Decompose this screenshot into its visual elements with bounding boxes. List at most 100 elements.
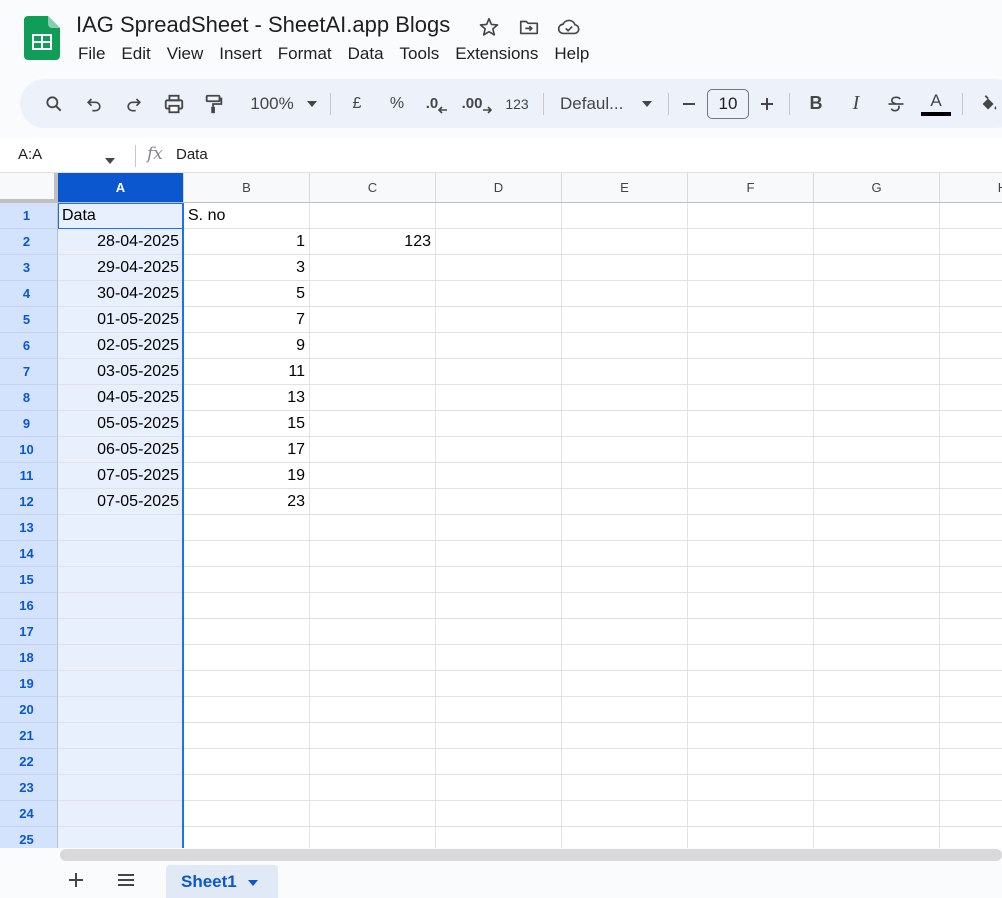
row-header-8[interactable]: 8	[0, 385, 58, 411]
cell-a7[interactable]: 03-05-2025	[58, 359, 183, 385]
row-header-20[interactable]: 20	[0, 697, 58, 723]
row-header-10[interactable]: 10	[0, 437, 58, 463]
move-to-folder-icon[interactable]	[516, 14, 542, 40]
print-icon[interactable]	[154, 88, 194, 120]
formula-input[interactable]: Data	[176, 146, 208, 163]
document-title[interactable]: IAG SpreadSheet - SheetAI.app Blogs	[76, 12, 450, 38]
menu-data[interactable]: Data	[340, 42, 392, 66]
cell-a12[interactable]: 07-05-2025	[58, 489, 183, 515]
paint-format-icon[interactable]	[194, 88, 234, 120]
row-header-12[interactable]: 12	[0, 489, 58, 515]
all-sheets-icon[interactable]	[114, 868, 138, 892]
cell-b11[interactable]: 19	[184, 463, 309, 489]
row-header-9[interactable]: 9	[0, 411, 58, 437]
row-header-15[interactable]: 15	[0, 567, 58, 593]
cell-b8[interactable]: 13	[184, 385, 309, 411]
sheets-logo-icon[interactable]	[24, 16, 60, 60]
column-header-c[interactable]: C	[310, 173, 436, 203]
column-header-e[interactable]: E	[562, 173, 688, 203]
plus-icon[interactable]	[64, 868, 88, 892]
text-color-button[interactable]: A	[916, 88, 956, 120]
cell-a5[interactable]: 01-05-2025	[58, 307, 183, 333]
zoom-select[interactable]: 100%	[244, 88, 300, 120]
row-header-11[interactable]: 11	[0, 463, 58, 489]
horizontal-scrollbar[interactable]	[60, 849, 1002, 861]
cell-b12[interactable]: 23	[184, 489, 309, 515]
row-header-24[interactable]: 24	[0, 801, 58, 827]
cell-b1[interactable]: S. no	[184, 203, 309, 229]
row-header-14[interactable]: 14	[0, 541, 58, 567]
cell-b2[interactable]: 1	[184, 229, 309, 255]
row-header-6[interactable]: 6	[0, 333, 58, 359]
row-header-19[interactable]: 19	[0, 671, 58, 697]
cell-b4[interactable]: 5	[184, 281, 309, 307]
fill-color-icon[interactable]	[969, 88, 1002, 120]
menu-tools[interactable]: Tools	[392, 42, 448, 66]
chevron-down-icon[interactable]	[247, 872, 259, 892]
chevron-down-icon[interactable]	[104, 152, 116, 170]
search-icon[interactable]	[34, 88, 74, 120]
bold-button[interactable]: B	[796, 88, 836, 120]
menu-view[interactable]: View	[159, 42, 212, 66]
cell-a3[interactable]: 29-04-2025	[58, 255, 183, 281]
column-header-h[interactable]: H	[940, 173, 1002, 203]
menu-extensions[interactable]: Extensions	[447, 42, 546, 66]
row-header-7[interactable]: 7	[0, 359, 58, 385]
font-select[interactable]: Defaul...	[550, 88, 636, 120]
row-header-16[interactable]: 16	[0, 593, 58, 619]
cell-b6[interactable]: 9	[184, 333, 309, 359]
row-header-18[interactable]: 18	[0, 645, 58, 671]
column-header-f[interactable]: F	[688, 173, 814, 203]
cell-a6[interactable]: 02-05-2025	[58, 333, 183, 359]
cell-a8[interactable]: 04-05-2025	[58, 385, 183, 411]
undo-icon[interactable]	[74, 88, 114, 120]
percent-format-button[interactable]: %	[377, 88, 417, 120]
italic-button[interactable]: I	[836, 88, 876, 120]
column-header-a[interactable]: A	[58, 173, 184, 203]
cell-a2[interactable]: 28-04-2025	[58, 229, 183, 255]
cell-a9[interactable]: 05-05-2025	[58, 411, 183, 437]
row-header-17[interactable]: 17	[0, 619, 58, 645]
row-header-3[interactable]: 3	[0, 255, 58, 281]
decrease-font-size-icon[interactable]	[675, 88, 703, 120]
redo-icon[interactable]	[114, 88, 154, 120]
menu-format[interactable]: Format	[270, 42, 340, 66]
menu-file[interactable]: File	[70, 42, 113, 66]
name-box[interactable]: A:A	[18, 146, 42, 163]
menu-insert[interactable]: Insert	[211, 42, 270, 66]
row-header-25[interactable]: 25	[0, 827, 58, 848]
row-header-4[interactable]: 4	[0, 281, 58, 307]
cell-a10[interactable]: 06-05-2025	[58, 437, 183, 463]
cell-a1[interactable]: Data	[58, 203, 183, 229]
currency-format-button[interactable]: £	[337, 88, 377, 120]
row-header-5[interactable]: 5	[0, 307, 58, 333]
column-header-g[interactable]: G	[814, 173, 940, 203]
star-icon[interactable]	[476, 14, 502, 40]
cell-b3[interactable]: 3	[184, 255, 309, 281]
select-all-corner[interactable]	[0, 173, 58, 203]
row-header-2[interactable]: 2	[0, 229, 58, 255]
row-header-23[interactable]: 23	[0, 775, 58, 801]
menu-edit[interactable]: Edit	[113, 42, 158, 66]
sheet-tab[interactable]: Sheet1	[166, 865, 278, 898]
cell-b7[interactable]: 11	[184, 359, 309, 385]
increase-font-size-icon[interactable]	[753, 88, 781, 120]
font-size-input[interactable]: 10	[707, 88, 749, 119]
row-header-1[interactable]: 1	[0, 203, 58, 229]
menu-help[interactable]: Help	[546, 42, 597, 66]
chevron-down-icon[interactable]	[300, 88, 324, 120]
cell-b5[interactable]: 7	[184, 307, 309, 333]
more-formats-button[interactable]: 123	[497, 88, 537, 120]
increase-decimal-button[interactable]: .00	[457, 88, 497, 120]
row-header-22[interactable]: 22	[0, 749, 58, 775]
cell-b10[interactable]: 17	[184, 437, 309, 463]
chevron-down-icon[interactable]	[636, 88, 658, 120]
cell-a11[interactable]: 07-05-2025	[58, 463, 183, 489]
row-header-13[interactable]: 13	[0, 515, 58, 541]
row-header-21[interactable]: 21	[0, 723, 58, 749]
cell-c2[interactable]: 123	[310, 229, 435, 255]
strikethrough-icon[interactable]	[876, 88, 916, 120]
spreadsheet-grid[interactable]: ABCDEFGH12345678910111213141516171819202…	[0, 173, 1002, 848]
cloud-saved-icon[interactable]	[556, 14, 582, 40]
cell-b9[interactable]: 15	[184, 411, 309, 437]
